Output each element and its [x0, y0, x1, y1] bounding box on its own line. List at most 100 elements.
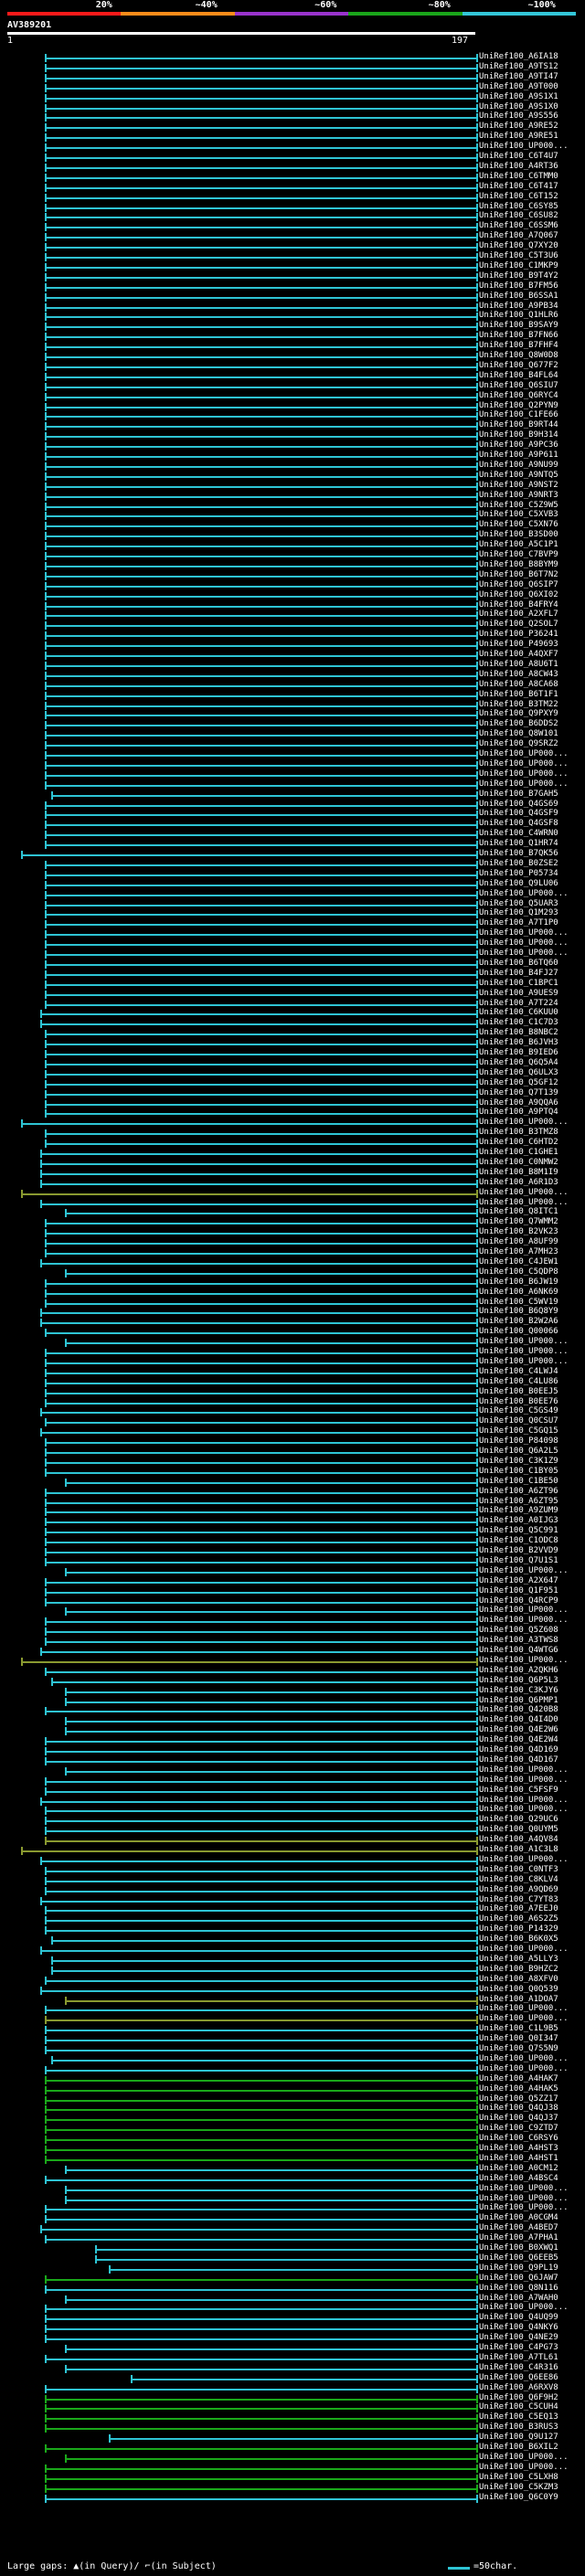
- hit-label[interactable]: UniRef100_UP000...: [479, 938, 569, 948]
- hit-label[interactable]: UniRef100_A0IJG3: [479, 1516, 558, 1525]
- hit-label[interactable]: UniRef100_A9RE52: [479, 122, 558, 131]
- hit-label[interactable]: UniRef100_Q4E2W6: [479, 1725, 558, 1734]
- hit-label[interactable]: UniRef100_Q4QJ38: [479, 2104, 558, 2113]
- hit-label[interactable]: UniRef100_UP000...: [479, 749, 569, 758]
- hit-label[interactable]: UniRef100_A9QQA6: [479, 1098, 558, 1108]
- hit-label[interactable]: UniRef100_C1C7D3: [479, 1018, 558, 1027]
- hit-label[interactable]: UniRef100_Q4GS69: [479, 800, 558, 809]
- hit-label[interactable]: UniRef100_B3RUS3: [479, 2422, 558, 2432]
- hit-label[interactable]: UniRef100_B3TM22: [479, 700, 558, 709]
- hit-label[interactable]: UniRef100_Q1F951: [479, 1586, 558, 1595]
- hit-label[interactable]: UniRef100_A1DOA7: [479, 1995, 558, 2004]
- hit-label[interactable]: UniRef100_C4JEW1: [479, 1257, 558, 1267]
- hit-label[interactable]: UniRef100_A4RT36: [479, 162, 558, 171]
- hit-label[interactable]: UniRef100_B8M1I9: [479, 1168, 558, 1177]
- hit-label[interactable]: UniRef100_UP000...: [479, 949, 569, 958]
- hit-label[interactable]: UniRef100_C1BY05: [479, 1467, 558, 1476]
- hit-label[interactable]: UniRef100_Q4E2W4: [479, 1735, 558, 1744]
- hit-label[interactable]: UniRef100_UP000...: [479, 1855, 569, 1864]
- hit-label[interactable]: UniRef100_C5EQ13: [479, 2412, 558, 2422]
- hit-label[interactable]: UniRef100_Q8W0D8: [479, 351, 558, 360]
- hit-label[interactable]: UniRef100_Q1HLR6: [479, 311, 558, 320]
- hit-label[interactable]: UniRef100_UP000...: [479, 759, 569, 769]
- hit-label[interactable]: UniRef100_C6SSM6: [479, 221, 558, 230]
- hit-label[interactable]: UniRef100_A9S1X1: [479, 92, 558, 101]
- hit-label[interactable]: UniRef100_UP000...: [479, 2054, 569, 2063]
- hit-label[interactable]: UniRef100_Q6C0Y9: [479, 2493, 558, 2502]
- hit-label[interactable]: UniRef100_Q5ZZ17: [479, 2094, 558, 2104]
- hit-label[interactable]: UniRef100_C1BPC1: [479, 979, 558, 988]
- hit-row[interactable]: UniRef100_Q6C0Y9: [0, 2493, 585, 2504]
- hit-label[interactable]: UniRef100_UP000...: [479, 2303, 569, 2312]
- hit-label[interactable]: UniRef100_Q4GSF8: [479, 819, 558, 828]
- hit-label[interactable]: UniRef100_A6RXV8: [479, 2383, 558, 2392]
- hit-label[interactable]: UniRef100_Q6P5L3: [479, 1676, 558, 1685]
- hit-label[interactable]: UniRef100_Q00066: [479, 1327, 558, 1336]
- hit-label[interactable]: UniRef100_UP000...: [479, 2203, 569, 2212]
- hit-label[interactable]: UniRef100_B6K0X5: [479, 1935, 558, 1944]
- hit-label[interactable]: UniRef100_C4LU86: [479, 1377, 558, 1386]
- hit-label[interactable]: UniRef100_C6SY85: [479, 202, 558, 211]
- hit-label[interactable]: UniRef100_C6TMM0: [479, 172, 558, 181]
- hit-label[interactable]: UniRef100_B6XIL2: [479, 2443, 558, 2452]
- hit-label[interactable]: UniRef100_C5CUH4: [479, 2402, 558, 2412]
- hit-label[interactable]: UniRef100_Q5GF12: [479, 1078, 558, 1087]
- hit-label[interactable]: UniRef100_C1MKP9: [479, 261, 558, 270]
- hit-label[interactable]: UniRef100_UP000...: [479, 769, 569, 779]
- hit-label[interactable]: UniRef100_A2QKH6: [479, 1666, 558, 1675]
- hit-label[interactable]: UniRef100_UP000...: [479, 1656, 569, 1665]
- hit-label[interactable]: UniRef100_C1BE50: [479, 1477, 558, 1486]
- hit-label[interactable]: UniRef100_C1ODC8: [479, 1536, 558, 1545]
- hit-label[interactable]: UniRef100_B8NBC2: [479, 1028, 558, 1037]
- hit-label[interactable]: UniRef100_C4WRN0: [479, 829, 558, 838]
- hit-label[interactable]: UniRef100_UP000...: [479, 1606, 569, 1615]
- hit-label[interactable]: UniRef100_B0ZSE2: [479, 859, 558, 868]
- hit-label[interactable]: UniRef100_B6T1F1: [479, 690, 558, 699]
- hit-label[interactable]: UniRef100_B6DDS2: [479, 719, 558, 728]
- hit-label[interactable]: UniRef100_A7T1P0: [479, 918, 558, 928]
- hit-label[interactable]: UniRef100_UP000...: [479, 1796, 569, 1805]
- hit-label[interactable]: UniRef100_B2VK23: [479, 1227, 558, 1236]
- hit-label[interactable]: UniRef100_UP000...: [479, 1805, 569, 1814]
- hit-label[interactable]: UniRef100_Q7XY20: [479, 241, 558, 250]
- hit-label[interactable]: UniRef100_A0CM12: [479, 2164, 558, 2173]
- hit-label[interactable]: UniRef100_C6T417: [479, 182, 558, 191]
- hit-label[interactable]: UniRef100_Q7S5N9: [479, 2044, 558, 2053]
- hit-label[interactable]: UniRef100_A7PHA1: [479, 2233, 558, 2242]
- hit-label[interactable]: UniRef100_A4BED7: [479, 2223, 558, 2232]
- hit-label[interactable]: UniRef100_A8XFV0: [479, 1975, 558, 1984]
- hit-label[interactable]: UniRef100_C4R316: [479, 2363, 558, 2372]
- hit-label[interactable]: UniRef100_A7TL61: [479, 2353, 558, 2362]
- hit-label[interactable]: UniRef100_A7Q067: [479, 231, 558, 240]
- hit-label[interactable]: UniRef100_UP000...: [479, 142, 569, 151]
- hit-label[interactable]: UniRef100_A8CW43: [479, 670, 558, 679]
- hit-label[interactable]: UniRef100_C5T3U6: [479, 251, 558, 260]
- hit-label[interactable]: UniRef100_A6S2Z5: [479, 1914, 558, 1924]
- hit-label[interactable]: UniRef100_B7FHF4: [479, 341, 558, 350]
- hit-label[interactable]: UniRef100_C6KUU0: [479, 1008, 558, 1017]
- hit-label[interactable]: UniRef100_C5QDP8: [479, 1267, 558, 1277]
- hit-label[interactable]: UniRef100_B7FM56: [479, 281, 558, 291]
- hit-label[interactable]: UniRef100_C5FSF9: [479, 1786, 558, 1795]
- hit-label[interactable]: UniRef100_A4HAK5: [479, 2084, 558, 2094]
- hit-label[interactable]: UniRef100_UP000...: [479, 2064, 569, 2073]
- hit-label[interactable]: UniRef100_A4HST3: [479, 2144, 558, 2153]
- hit-label[interactable]: UniRef100_Q6SIP7: [479, 580, 558, 589]
- hit-label[interactable]: UniRef100_A5LLY3: [479, 1955, 558, 1964]
- hit-label[interactable]: UniRef100_C1GHE1: [479, 1148, 558, 1157]
- hit-label[interactable]: UniRef100_C3K1Z9: [479, 1457, 558, 1466]
- hit-label[interactable]: UniRef100_B4FL64: [479, 371, 558, 380]
- hit-label[interactable]: UniRef100_UP000...: [479, 1337, 569, 1346]
- hit-label[interactable]: UniRef100_UP000...: [479, 1776, 569, 1785]
- hit-label[interactable]: UniRef100_UP000...: [479, 1188, 569, 1197]
- hit-label[interactable]: UniRef100_C5XVB3: [479, 510, 558, 519]
- hit-label[interactable]: UniRef100_B9HZC2: [479, 1965, 558, 1974]
- hit-label[interactable]: UniRef100_B3SD00: [479, 530, 558, 539]
- hit-label[interactable]: UniRef100_UP000...: [479, 1616, 569, 1625]
- hit-label[interactable]: UniRef100_B4FRY4: [479, 600, 558, 610]
- hit-label[interactable]: UniRef100_C5WV19: [479, 1298, 558, 1307]
- hit-label[interactable]: UniRef100_B9SAY9: [479, 321, 558, 330]
- hit-label[interactable]: UniRef100_B6JVH3: [479, 1038, 558, 1047]
- hit-label[interactable]: UniRef100_A7T224: [479, 999, 558, 1008]
- hit-label[interactable]: UniRef100_C5Z9W5: [479, 501, 558, 510]
